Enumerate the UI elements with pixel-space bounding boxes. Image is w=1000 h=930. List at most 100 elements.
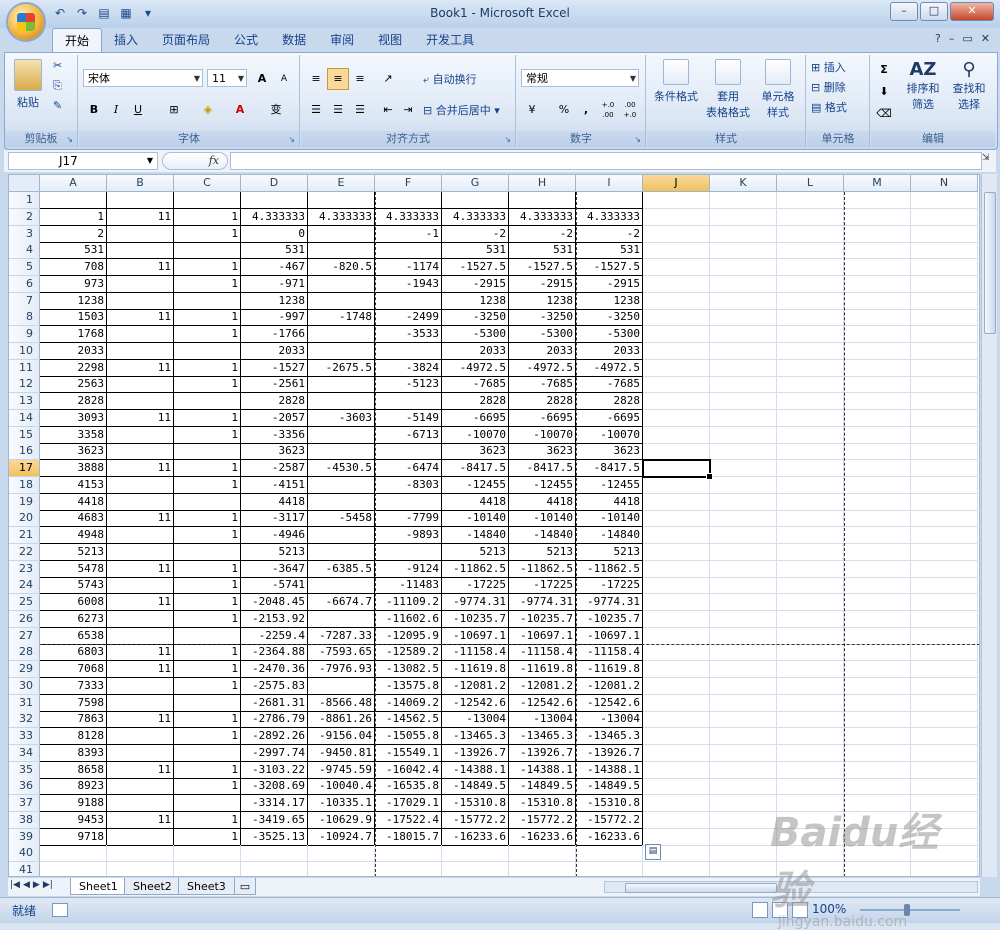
grid-cell[interactable]: 8128	[40, 728, 107, 745]
grid-cell[interactable]: -3250	[442, 309, 509, 327]
grid-cell[interactable]	[710, 259, 777, 276]
grid-cell[interactable]: -2892.26	[241, 728, 308, 745]
grid-cell[interactable]: 1	[174, 376, 241, 394]
grid-cell[interactable]: 1	[174, 275, 241, 293]
grid-cell[interactable]: 531	[509, 242, 576, 260]
grid-cell[interactable]: 1	[40, 208, 107, 226]
grid-cell[interactable]: 11	[107, 359, 174, 377]
grid-cell[interactable]	[308, 476, 375, 494]
grid-cell[interactable]	[844, 610, 911, 628]
merge-center-button[interactable]: ⊟ 合并后居中 ▾	[423, 102, 500, 118]
grid-cell[interactable]	[710, 795, 777, 812]
grid-cell[interactable]: 4418	[509, 493, 576, 511]
column-header[interactable]: I	[576, 175, 643, 192]
grid-cell[interactable]	[844, 426, 911, 444]
grid-cell[interactable]: -3647	[241, 560, 308, 578]
grid-cell[interactable]	[643, 493, 710, 511]
grow-font-button[interactable]: A	[251, 68, 273, 90]
grid-cell[interactable]	[308, 677, 375, 695]
grid-cell[interactable]: -10697.1	[576, 627, 643, 645]
grid-cell[interactable]: -8861.26	[308, 711, 375, 729]
formula-input[interactable]	[230, 152, 982, 170]
grid-cell[interactable]	[777, 409, 844, 427]
grid-cell[interactable]	[777, 242, 844, 260]
grid-cell[interactable]	[844, 275, 911, 293]
grid-cell[interactable]	[442, 192, 509, 209]
grid-cell[interactable]: -15772.2	[509, 811, 576, 829]
grid-cell[interactable]	[643, 610, 710, 628]
row-header[interactable]: 29	[9, 661, 40, 678]
grid-cell[interactable]: 1	[174, 208, 241, 226]
grid-cell[interactable]	[911, 326, 978, 343]
grid-cell[interactable]: 1	[174, 610, 241, 628]
grid-cell[interactable]	[777, 711, 844, 729]
row-header[interactable]: 8	[9, 309, 40, 327]
grid-cell[interactable]	[844, 694, 911, 712]
grid-cell[interactable]	[844, 644, 911, 662]
grid-cell[interactable]: 8923	[40, 778, 107, 796]
grid-cell[interactable]	[777, 510, 844, 528]
grid-cell[interactable]	[308, 376, 375, 394]
grid-cell[interactable]	[107, 577, 174, 595]
grid-cell[interactable]	[844, 627, 911, 645]
grid-cell[interactable]: -2915	[509, 275, 576, 293]
grid-cell[interactable]: -1748	[308, 309, 375, 327]
fill-color-icon[interactable]: ◈	[197, 99, 219, 121]
border-icon[interactable]: ⊞	[163, 99, 185, 121]
row-header[interactable]: 2	[9, 208, 40, 226]
grid-cell[interactable]: 2828	[241, 393, 308, 410]
grid-cell[interactable]: 1	[174, 476, 241, 494]
grid-cell[interactable]: 1	[174, 259, 241, 276]
grid-cell[interactable]	[308, 225, 375, 243]
horizontal-scrollbar[interactable]	[604, 881, 978, 893]
grid-cell[interactable]	[710, 610, 777, 628]
first-sheet-icon[interactable]: |◀	[10, 880, 20, 890]
grid-cell[interactable]: -12542.6	[576, 694, 643, 712]
grid-cell[interactable]: -4972.5	[442, 359, 509, 377]
row-header[interactable]: 32	[9, 711, 40, 729]
grid-cell[interactable]: -17225	[442, 577, 509, 595]
grid-cell[interactable]	[844, 677, 911, 695]
row-header[interactable]: 41	[9, 862, 40, 876]
grid-cell[interactable]: -10140	[576, 510, 643, 528]
grid-cell[interactable]	[844, 292, 911, 310]
grid-cell[interactable]	[643, 711, 710, 729]
grid-cell[interactable]: -6695	[576, 409, 643, 427]
zoom-slider[interactable]	[860, 904, 960, 916]
grid-cell[interactable]	[375, 192, 442, 209]
grid-cell[interactable]	[643, 862, 710, 876]
insert-sheet-icon[interactable]: ▭	[234, 878, 256, 895]
grid-cell[interactable]: -10629.9	[308, 811, 375, 829]
decrease-decimal-button[interactable]: .00 +.0	[619, 99, 641, 121]
grid-cell[interactable]: -11862.5	[509, 560, 576, 578]
autosum-button[interactable]: Σ	[873, 59, 895, 81]
grid-cell[interactable]: 2033	[241, 342, 308, 360]
grid-cell[interactable]: -17522.4	[375, 811, 442, 829]
row-header[interactable]: 31	[9, 694, 40, 712]
grid-cell[interactable]: 6803	[40, 644, 107, 662]
grid-cell[interactable]: 1238	[40, 292, 107, 310]
ribbon-tab[interactable]: 开始	[52, 28, 103, 53]
grid-cell[interactable]	[911, 376, 978, 394]
paste-button[interactable]: 粘贴	[11, 59, 45, 110]
grid-cell[interactable]	[911, 778, 978, 796]
row-header[interactable]: 12	[9, 376, 40, 394]
office-button[interactable]	[8, 4, 44, 40]
grid-cell[interactable]	[911, 359, 978, 377]
grid-cell[interactable]: 1	[174, 828, 241, 846]
grid-cell[interactable]: -7685	[442, 376, 509, 394]
grid-cell[interactable]	[844, 242, 911, 260]
grid-cell[interactable]: -12542.6	[442, 694, 509, 712]
grid-cell[interactable]	[107, 610, 174, 628]
grid-cell[interactable]: -10140	[442, 510, 509, 528]
grid-cell[interactable]	[710, 744, 777, 762]
grid-cell[interactable]	[174, 493, 241, 511]
grid-cell[interactable]: 3623	[509, 443, 576, 461]
grid-cell[interactable]	[107, 828, 174, 846]
grid-cell[interactable]: -8417.5	[576, 460, 643, 477]
grid-cell[interactable]	[308, 862, 375, 876]
grid-cell[interactable]	[777, 778, 844, 796]
sheet-tab[interactable]: Sheet1	[70, 878, 127, 895]
grid-cell[interactable]: -13926.7	[442, 744, 509, 762]
grid-cell[interactable]: -12455	[576, 476, 643, 494]
